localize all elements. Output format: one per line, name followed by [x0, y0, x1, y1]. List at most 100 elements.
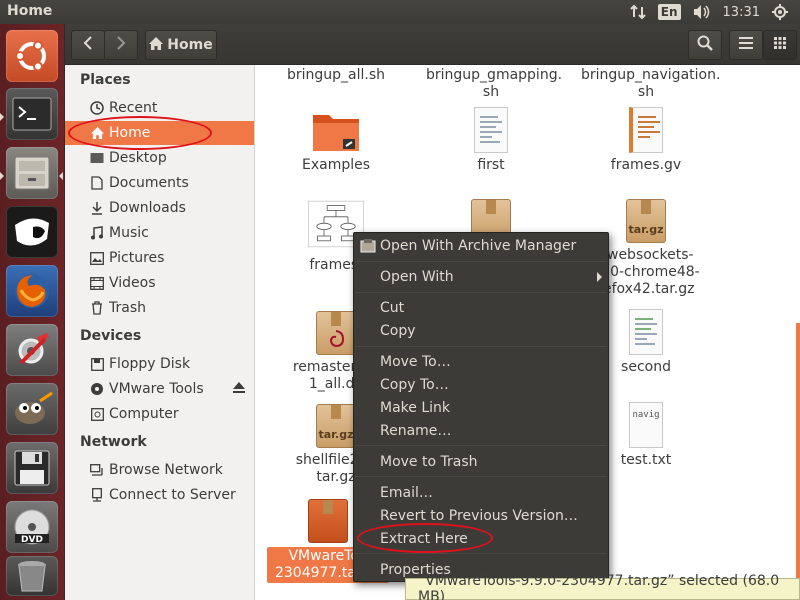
network-transfer-icon[interactable]: [630, 4, 646, 20]
file-name: bringup_all.sh: [286, 67, 386, 83]
selection-status-bar: “VMwareTools-9.9.0-2304977.tar.gz” selec…: [405, 573, 800, 600]
menu-item-label: Copy: [380, 323, 416, 339]
eject-icon[interactable]: [232, 381, 246, 398]
files-icon[interactable]: [6, 147, 58, 199]
clock[interactable]: 13:31: [723, 5, 760, 20]
music-icon: [89, 225, 105, 241]
sidebar: Places Recent Home Desktop Documents Dow…: [65, 65, 255, 600]
menu-item-label: Open With Archive Manager: [380, 238, 577, 254]
folder-link-icon: [308, 103, 364, 153]
gv-file-icon: [629, 107, 663, 153]
list-view-button[interactable]: [729, 30, 763, 60]
text-file-icon: [629, 309, 663, 355]
sidebar-item-label: Connect to Server: [109, 487, 236, 503]
sidebar-item-label: Computer: [109, 406, 179, 422]
sidebar-item-pictures[interactable]: Pictures: [65, 246, 254, 270]
sidebar-item-browse-network[interactable]: Browse Network: [65, 458, 254, 482]
sidebar-item-videos[interactable]: Videos: [65, 271, 254, 295]
search-button[interactable]: [688, 30, 722, 60]
search-icon: [697, 35, 713, 55]
menu-item-rename[interactable]: Rename…: [354, 420, 608, 442]
sidebar-item-label: Browse Network: [109, 462, 223, 478]
file-item[interactable]: bringup_all.sh: [271, 65, 401, 84]
settings-gear-icon[interactable]: [772, 4, 788, 20]
sidebar-item-label: Documents: [109, 175, 189, 191]
menu-separator: [355, 553, 607, 554]
context-menu: Open With Archive Manager Open With Cut …: [353, 232, 609, 582]
sidebar-item-floppy-disk[interactable]: Floppy Disk: [65, 352, 254, 376]
menu-item-label: Extract Here: [380, 531, 468, 547]
menu-item-make-link[interactable]: Make Link: [354, 397, 608, 419]
sidebar-item-computer[interactable]: Computer: [65, 402, 254, 426]
back-button[interactable]: [71, 30, 105, 60]
sidebar-item-trash[interactable]: Trash: [65, 296, 254, 320]
sidebar-item-label: Trash: [109, 300, 146, 316]
toolbar: Home: [65, 24, 800, 65]
menu-item-email[interactable]: Email…: [354, 482, 608, 504]
list-view-icon: [739, 37, 753, 53]
forward-button[interactable]: [104, 30, 138, 60]
file-item[interactable]: bringup_navigation. sh: [581, 65, 720, 101]
keyboard-language-indicator[interactable]: En: [657, 4, 681, 20]
sidebar-item-home[interactable]: Home: [65, 121, 254, 145]
sidebar-item-downloads[interactable]: Downloads: [65, 196, 254, 220]
menu-item-label: Rename…: [380, 423, 452, 439]
sidebar-item-label: Recent: [109, 100, 158, 116]
text-file-icon: [474, 107, 508, 153]
menu-separator: [355, 261, 607, 262]
app-launcher-icon[interactable]: [6, 206, 58, 258]
trash-icon: [89, 300, 105, 316]
top-panel: Home En 13:31: [0, 0, 800, 24]
gimp-icon[interactable]: [6, 383, 58, 435]
menu-item-copy-to[interactable]: Copy To…: [354, 374, 608, 396]
sidebar-item-documents[interactable]: Documents: [65, 171, 254, 195]
text-file-icon: navig: [629, 402, 663, 448]
menu-item-open-with[interactable]: Open With: [354, 266, 608, 288]
sidebar-item-label: Videos: [109, 275, 156, 291]
sidebar-item-recent[interactable]: Recent: [65, 96, 254, 120]
network-heading: Network: [80, 434, 147, 450]
menu-item-move-to-trash[interactable]: Move to Trash: [354, 451, 608, 473]
places-heading: Places: [80, 72, 131, 88]
network-icon: [89, 462, 105, 478]
menu-item-copy[interactable]: Copy: [354, 320, 608, 342]
sidebar-item-vmware-tools[interactable]: VMware Tools: [65, 377, 254, 401]
sidebar-item-connect-to-server[interactable]: Connect to Server: [65, 483, 254, 507]
sidebar-item-music[interactable]: Music: [65, 221, 254, 245]
file-item[interactable]: first: [426, 103, 556, 174]
menu-item-open-with-archive-manager[interactable]: Open With Archive Manager: [354, 235, 608, 257]
file-item[interactable]: bringup_gmapping. sh: [426, 65, 563, 101]
files-running-indicator: [0, 172, 4, 180]
sidebar-item-desktop[interactable]: Desktop: [65, 146, 254, 170]
menu-item-cut[interactable]: Cut: [354, 297, 608, 319]
floppy-disk-icon[interactable]: [6, 442, 58, 494]
status-text: “VMwareTools-9.9.0-2304977.tar.gz” selec…: [418, 573, 780, 600]
menu-item-revert-to-previous-version[interactable]: Revert to Previous Version…: [354, 505, 608, 527]
dvd-icon[interactable]: DVD: [6, 501, 58, 553]
launcher: DVD: [0, 24, 65, 600]
trash-icon[interactable]: [6, 556, 58, 596]
file-name: first: [477, 157, 505, 173]
menu-item-label: Open With: [380, 269, 454, 285]
file-item[interactable]: frames.gv: [581, 103, 711, 174]
menu-item-label: Make Link: [380, 400, 450, 416]
firefox-icon[interactable]: [6, 265, 58, 317]
volume-icon[interactable]: [693, 4, 711, 20]
grid-view-button[interactable]: [763, 30, 797, 60]
videos-icon: [89, 275, 105, 291]
menu-separator: [355, 346, 607, 347]
path-bar-home-button[interactable]: Home: [145, 30, 217, 60]
scrollbar-indicator[interactable]: [796, 323, 800, 599]
menu-item-extract-here[interactable]: Extract Here: [354, 528, 608, 550]
download-icon: [89, 200, 105, 216]
file-item[interactable]: Examples: [271, 103, 401, 174]
file-name: bringup_gmapping. sh: [426, 67, 563, 100]
sidebar-item-label: VMware Tools: [109, 381, 204, 397]
ubuntu-dash-icon[interactable]: [6, 30, 58, 82]
menu-item-move-to[interactable]: Move To…: [354, 351, 608, 373]
indicator-area: En 13:31: [630, 2, 788, 22]
file-name: frames.gv: [610, 157, 682, 173]
system-settings-icon[interactable]: [6, 324, 58, 376]
terminal-icon[interactable]: [6, 88, 58, 140]
home-icon: [89, 125, 105, 141]
